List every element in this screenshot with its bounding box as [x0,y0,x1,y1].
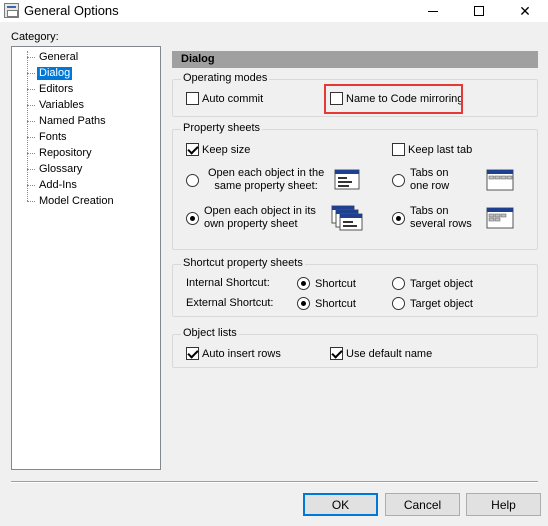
property-sheets-title: Property sheets [181,122,263,134]
radio-dot [392,297,405,310]
same-sheet-icon [334,169,360,190]
ok-button[interactable]: OK [303,493,378,516]
radio-dot [392,211,405,225]
open-own-sheet-radio[interactable]: Open each object in its own property shee… [186,205,316,231]
tabs-several-rows-icon [486,207,514,229]
use-default-name-checkbox[interactable]: Use default name [330,347,432,360]
close-icon: ✕ [519,2,531,19]
open-same-sheet-radio[interactable]: Open each object in the same property she… [186,167,324,193]
checkbox-box [392,143,405,156]
tree-item-editors[interactable]: Editors [27,82,75,96]
app-icon [4,3,19,18]
keep-size-checkbox[interactable]: Keep size [186,143,250,156]
radio-dot [186,173,199,187]
tabs-one-row-icon [486,169,514,191]
tree-item-model-creation[interactable]: Model Creation [27,194,116,208]
external-shortcut-radio[interactable]: Shortcut [297,297,356,310]
tabs-one-row-radio[interactable]: Tabs on one row [392,167,449,193]
category-label: Category: [11,31,59,43]
external-shortcut-label: External Shortcut: [186,297,274,309]
tabs-several-rows-radio[interactable]: Tabs on several rows [392,205,472,231]
auto-insert-rows-checkbox[interactable]: Auto insert rows [186,347,281,360]
auto-commit-checkbox[interactable]: Auto commit [186,92,263,105]
tree-item-variables[interactable]: Variables [27,98,86,112]
tree-item-add-ins[interactable]: Add-Ins [27,178,79,192]
internal-target-object-radio[interactable]: Target object [392,277,473,290]
checkbox-box [330,347,343,360]
checkbox-box [186,143,199,156]
radio-dot [297,277,310,290]
external-target-object-radio[interactable]: Target object [392,297,473,310]
checkbox-box [186,92,199,105]
tree-item-named-paths[interactable]: Named Paths [27,114,108,128]
radio-dot [297,297,310,310]
minimize-icon [428,10,438,12]
radio-dot [186,211,199,225]
tree-item-repository[interactable]: Repository [27,146,94,160]
operating-modes-title: Operating modes [181,72,270,84]
maximize-icon [474,6,484,16]
internal-shortcut-label: Internal Shortcut: [186,277,270,289]
button-separator [11,481,538,483]
cancel-button[interactable]: Cancel [385,493,460,516]
own-sheets-icon [331,205,363,231]
panel-title: Dialog [181,53,215,65]
help-button[interactable]: Help [466,493,541,516]
close-button[interactable]: ✕ [502,0,548,22]
tree-item-fonts[interactable]: Fonts [27,130,69,144]
window-title: General Options [24,3,119,18]
tree-item-dialog[interactable]: Dialog [27,66,73,80]
minimize-button[interactable] [410,0,456,22]
radio-dot [392,173,405,187]
checkbox-box [186,347,199,360]
internal-shortcut-radio[interactable]: Shortcut [297,277,356,290]
panel-header: Dialog [172,51,538,68]
maximize-button[interactable] [456,0,502,22]
radio-dot [392,277,405,290]
object-lists-title: Object lists [181,327,239,339]
shortcut-property-sheets-title: Shortcut property sheets [181,257,305,269]
tree-item-glossary[interactable]: Glossary [27,162,84,176]
tree-item-general[interactable]: General [27,50,80,64]
title-bar: General Options ✕ [0,0,548,22]
category-tree[interactable]: General Dialog Editors Variables Named P… [11,46,161,470]
keep-last-tab-checkbox[interactable]: Keep last tab [392,143,472,156]
highlight-annotation [324,84,463,114]
